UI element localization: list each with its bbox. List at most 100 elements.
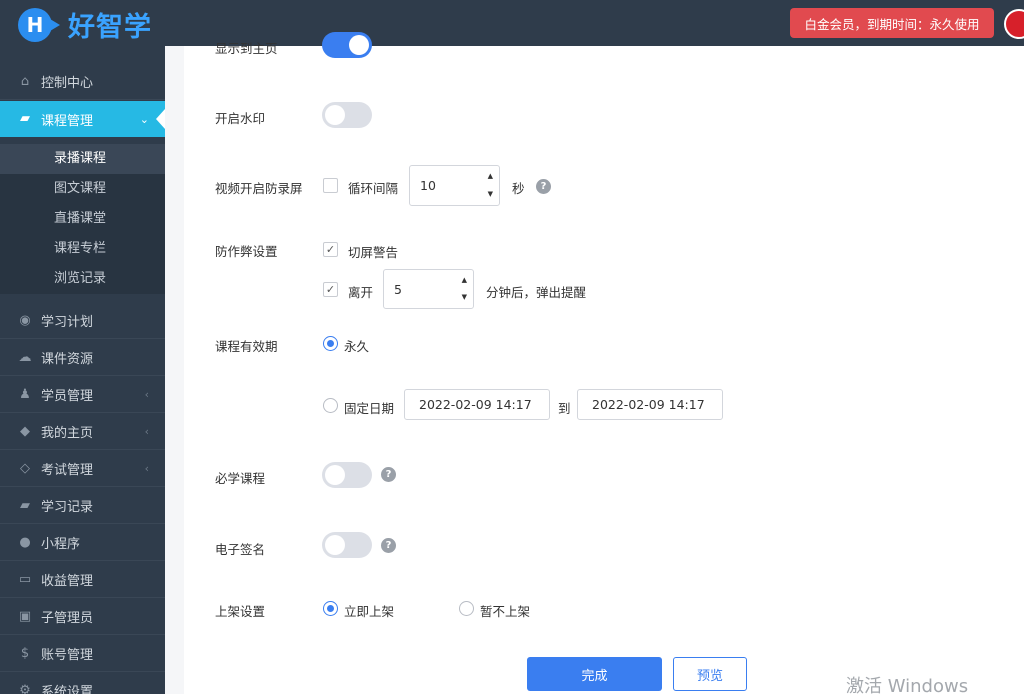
leave-label: 离开 xyxy=(348,285,374,300)
loop-interval-stepper[interactable]: 10 ▲ ▼ xyxy=(409,165,500,206)
active-indicator xyxy=(156,109,165,129)
home-icon: ⌂ xyxy=(20,73,30,89)
member-status-badge[interactable]: 白金会员，到期时间：永久使用 xyxy=(790,8,994,38)
wechat-icon: ● xyxy=(19,534,31,550)
help-icon[interactable]: ? xyxy=(536,179,551,194)
validity-fixed-radio[interactable] xyxy=(323,398,338,413)
lock-icon: ▣ xyxy=(18,608,32,624)
dollar-icon: $ xyxy=(20,645,30,661)
top-bar: H 好智学 白金会员，到期时间：永久使用 xyxy=(0,0,1024,46)
book-icon: ▰ xyxy=(20,111,30,126)
loop-interval-label: 循环间隔 xyxy=(348,181,399,196)
watermark-toggle[interactable] xyxy=(322,102,372,128)
anti-record-checkbox[interactable] xyxy=(323,178,338,193)
logo-badge: H xyxy=(18,7,60,42)
leave-minutes-stepper[interactable]: 5 ▲ ▼ xyxy=(383,269,474,309)
shelf-now-label: 立即上架 xyxy=(344,604,395,619)
sidebar-subitem-graphic-course[interactable]: 图文课程 xyxy=(0,174,165,204)
caret-up-icon[interactable]: ▲ xyxy=(462,276,467,284)
sidebar-item-label: 学员管理 xyxy=(41,389,94,404)
switch-warning-checkbox[interactable]: ✓ xyxy=(323,242,338,257)
sidebar-item-account[interactable]: $ 账号管理 xyxy=(0,636,165,672)
date-end-input[interactable]: 2022-02-09 14:17 xyxy=(577,389,723,420)
caret-down-icon[interactable]: ▼ xyxy=(462,293,467,301)
sidebar-item-label: 账号管理 xyxy=(41,648,94,663)
sidebar-subitem-course-column[interactable]: 课程专栏 xyxy=(0,234,165,264)
show-home-label: 显示到主页 xyxy=(215,41,278,56)
sidebar-item-study-plan[interactable]: ◉ 学习计划 xyxy=(0,303,165,339)
sidebar-item-control-center[interactable]: ⌂ 控制中心 xyxy=(0,64,165,100)
validity-forever-radio[interactable] xyxy=(323,336,338,351)
validity-label: 课程有效期 xyxy=(215,339,278,354)
book-icon: ▰ xyxy=(20,497,30,513)
fixed-date-label: 固定日期 xyxy=(344,401,395,416)
sidebar-item-sub-admin[interactable]: ▣ 子管理员 xyxy=(0,599,165,635)
caret-up-icon[interactable]: ▲ xyxy=(488,172,493,180)
sidebar-item-label: 课程管理 xyxy=(41,113,94,129)
sidebar-item-label: 我的主页 xyxy=(41,426,94,441)
users-icon: ♟ xyxy=(19,386,31,402)
anti-cheat-label: 防作弊设置 xyxy=(215,244,278,259)
required-course-label: 必学课程 xyxy=(215,471,266,486)
sidebar-item-student-management[interactable]: ♟ 学员管理 ‹ xyxy=(0,377,165,413)
sidebar-item-my-homepage[interactable]: ◆ 我的主页 ‹ xyxy=(0,414,165,450)
shelf-now-radio[interactable] xyxy=(323,601,338,616)
chevron-left-icon: ‹ xyxy=(144,462,149,475)
credit-card-icon: ▭ xyxy=(18,571,32,587)
leave-checkbox[interactable]: ✓ xyxy=(323,282,338,297)
date-start-input[interactable]: 2022-02-09 14:17 xyxy=(404,389,550,420)
shelf-later-label: 暂不上架 xyxy=(480,604,531,619)
eye-icon: ◉ xyxy=(19,312,31,328)
chevron-left-icon: ‹ xyxy=(144,388,149,401)
done-button[interactable]: 完成 xyxy=(527,657,662,691)
watermark-label: 开启水印 xyxy=(215,111,266,126)
sidebar-subitem-recorded-course[interactable]: 录播课程 xyxy=(0,144,165,174)
graduation-cap-icon: ◆ xyxy=(20,423,30,439)
help-icon[interactable]: ? xyxy=(381,538,396,553)
leave-suffix: 分钟后，弹出提醒 xyxy=(486,285,587,300)
avatar[interactable] xyxy=(1004,9,1024,39)
esign-toggle[interactable] xyxy=(322,532,372,558)
switch-warning-label: 切屏警告 xyxy=(348,245,399,260)
required-course-toggle[interactable] xyxy=(322,462,372,488)
sidebar-item-label: 子管理员 xyxy=(41,611,94,626)
help-icon[interactable]: ? xyxy=(381,467,396,482)
gear-icon: ⚙ xyxy=(19,682,31,694)
tag-icon: ◇ xyxy=(20,460,30,476)
sidebar-item-study-records[interactable]: ▰ 学习记录 xyxy=(0,488,165,524)
sidebar-item-revenue[interactable]: ▭ 收益管理 xyxy=(0,562,165,598)
esign-label: 电子签名 xyxy=(215,542,266,557)
cloud-icon: ☁ xyxy=(18,349,32,365)
chevron-down-icon: ⌄ xyxy=(139,112,149,126)
caret-down-icon[interactable]: ▼ xyxy=(488,190,493,198)
sidebar-item-label: 课件资源 xyxy=(41,352,94,367)
to-label: 到 xyxy=(558,401,571,416)
sidebar-item-system-settings[interactable]: ⚙ 系统设置 xyxy=(0,673,165,694)
sidebar-subitem-browse-history[interactable]: 浏览记录 xyxy=(0,264,165,294)
chevron-left-icon: ‹ xyxy=(144,425,149,438)
sidebar: ⌂ 控制中心 ▰ 课程管理 ⌄ 录播课程 图文课程 直播课堂 课程专栏 浏览记录… xyxy=(0,46,165,694)
loop-interval-value: 10 xyxy=(420,178,436,193)
logo[interactable]: H 好智学 xyxy=(18,5,152,44)
sidebar-item-label: 小程序 xyxy=(41,537,81,552)
seconds-unit: 秒 xyxy=(512,181,525,196)
sidebar-item-label: 考试管理 xyxy=(41,463,94,478)
sidebar-item-label: 收益管理 xyxy=(41,574,94,589)
sidebar-item-mini-program[interactable]: ● 小程序 xyxy=(0,525,165,561)
sidebar-item-exam-management[interactable]: ◇ 考试管理 ‹ xyxy=(0,451,165,487)
shelf-later-radio[interactable] xyxy=(459,601,474,616)
preview-button[interactable]: 预览 xyxy=(673,657,747,691)
leave-minutes-value: 5 xyxy=(394,282,402,297)
sidebar-item-courseware[interactable]: ☁ 课件资源 xyxy=(0,340,165,376)
shelf-label: 上架设置 xyxy=(215,604,266,619)
sidebar-item-label: 学习计划 xyxy=(41,315,94,330)
forever-label: 永久 xyxy=(344,339,370,354)
sidebar-subitem-live-class[interactable]: 直播课堂 xyxy=(0,204,165,234)
sidebar-item-course-management[interactable]: ▰ 课程管理 ⌄ xyxy=(0,101,165,137)
content-panel xyxy=(184,46,1024,694)
sidebar-item-label: 控制中心 xyxy=(41,76,94,91)
logo-text: 好智学 xyxy=(68,12,152,43)
sidebar-item-label: 学习记录 xyxy=(41,500,94,515)
show-home-toggle[interactable] xyxy=(322,32,372,58)
sidebar-item-label: 系统设置 xyxy=(41,685,94,694)
